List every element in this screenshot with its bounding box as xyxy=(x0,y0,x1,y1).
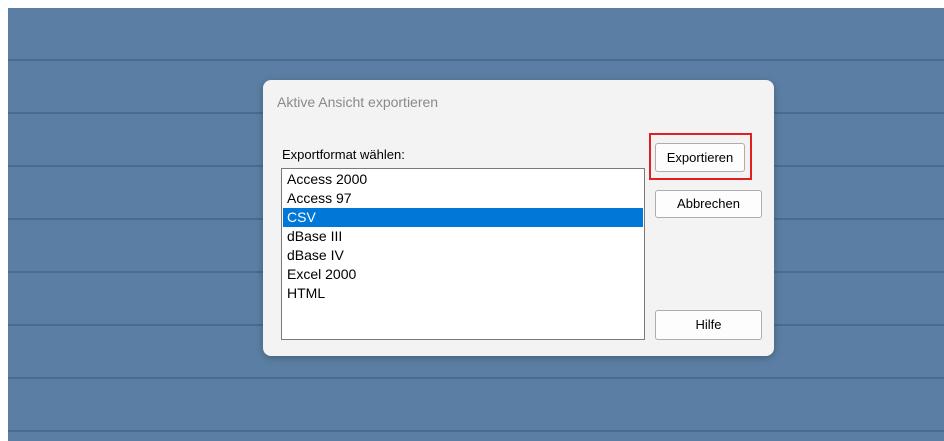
export-format-label: Exportformat wählen: xyxy=(282,147,405,162)
format-item-csv[interactable]: CSV xyxy=(283,208,643,227)
export-button[interactable]: Exportieren xyxy=(655,143,745,172)
format-item-dbase-iv[interactable]: dBase IV xyxy=(283,246,643,265)
format-item-excel-2000[interactable]: Excel 2000 xyxy=(283,265,643,284)
format-item-html[interactable]: HTML xyxy=(283,284,643,303)
format-item-access-97[interactable]: Access 97 xyxy=(283,189,643,208)
format-item-access-2000[interactable]: Access 2000 xyxy=(283,170,643,189)
export-dialog: Aktive Ansicht exportieren Exportformat … xyxy=(263,80,774,356)
dialog-title: Aktive Ansicht exportieren xyxy=(277,94,439,110)
help-button[interactable]: Hilfe xyxy=(655,310,762,340)
export-format-listbox[interactable]: Access 2000 Access 97 CSV dBase III dBas… xyxy=(281,168,645,340)
cancel-button[interactable]: Abbrechen xyxy=(655,190,762,218)
format-item-dbase-iii[interactable]: dBase III xyxy=(283,227,643,246)
